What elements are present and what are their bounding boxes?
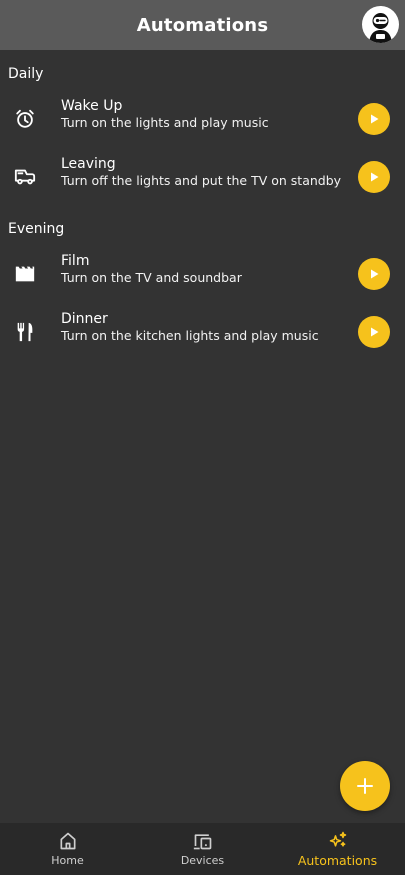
- alarm-icon: [14, 108, 36, 130]
- avatar[interactable]: [362, 6, 399, 43]
- automation-name: Leaving: [61, 156, 116, 172]
- nav-label-automations: Automations: [297, 853, 378, 868]
- play-button[interactable]: [358, 103, 390, 135]
- nav-label-devices: Devices: [180, 854, 225, 867]
- nav-item-devices[interactable]: Devices: [135, 823, 270, 875]
- utensils-icon: [14, 321, 36, 343]
- automation-texts: Film Turn on the TV and soundbar: [61, 252, 242, 286]
- play-icon: [371, 114, 379, 124]
- automation-row-film[interactable]: Film Turn on the TV and soundbar: [0, 252, 405, 296]
- automation-row-leaving[interactable]: Leaving Turn off the lights and put the …: [0, 155, 405, 199]
- automation-name: Dinner: [61, 311, 108, 327]
- automation-row-dinner[interactable]: Dinner Turn on the kitchen lights and pl…: [0, 310, 405, 354]
- automation-texts: Dinner Turn on the kitchen lights and pl…: [61, 310, 319, 344]
- add-automation-button[interactable]: [340, 761, 390, 811]
- automation-description: Turn off the lights and put the TV on st…: [61, 173, 342, 188]
- home-icon: [60, 832, 75, 850]
- user-avatar-icon: [362, 6, 399, 43]
- play-icon: [371, 172, 379, 182]
- top-app-bar: Automations: [0, 0, 405, 50]
- page-title: Automations: [136, 14, 269, 36]
- play-icon: [371, 269, 379, 279]
- sparkles-icon: [329, 831, 346, 847]
- movie-icon: [14, 263, 36, 285]
- nav-item-automations[interactable]: Automations: [270, 823, 405, 875]
- automation-texts: Leaving Turn off the lights and put the …: [61, 155, 341, 189]
- play-button[interactable]: [358, 258, 390, 290]
- app-screen: Automations Daily Wake Up Turn on the li…: [0, 0, 405, 875]
- section-title-evening: Evening: [8, 221, 65, 237]
- play-button[interactable]: [358, 316, 390, 348]
- automation-description: Turn on the TV and soundbar: [61, 270, 242, 285]
- nav-label-home: Home: [51, 854, 84, 867]
- bottom-navigation: Home Devices Automations: [0, 823, 405, 875]
- car-icon: [14, 166, 36, 188]
- automation-row-wake-up[interactable]: Wake Up Turn on the lights and play musi…: [0, 97, 405, 141]
- section-title-daily: Daily: [8, 66, 44, 82]
- automation-description: Turn on the lights and play music: [61, 115, 269, 130]
- nav-item-home[interactable]: Home: [0, 823, 135, 875]
- automation-name: Film: [61, 253, 90, 269]
- automation-description: Turn on the kitchen lights and play musi…: [61, 328, 319, 343]
- automation-texts: Wake Up Turn on the lights and play musi…: [61, 97, 269, 131]
- automation-name: Wake Up: [61, 98, 123, 114]
- play-button[interactable]: [358, 161, 390, 193]
- devices-icon: [193, 834, 211, 850]
- plus-icon: [357, 778, 373, 794]
- play-icon: [371, 327, 379, 337]
